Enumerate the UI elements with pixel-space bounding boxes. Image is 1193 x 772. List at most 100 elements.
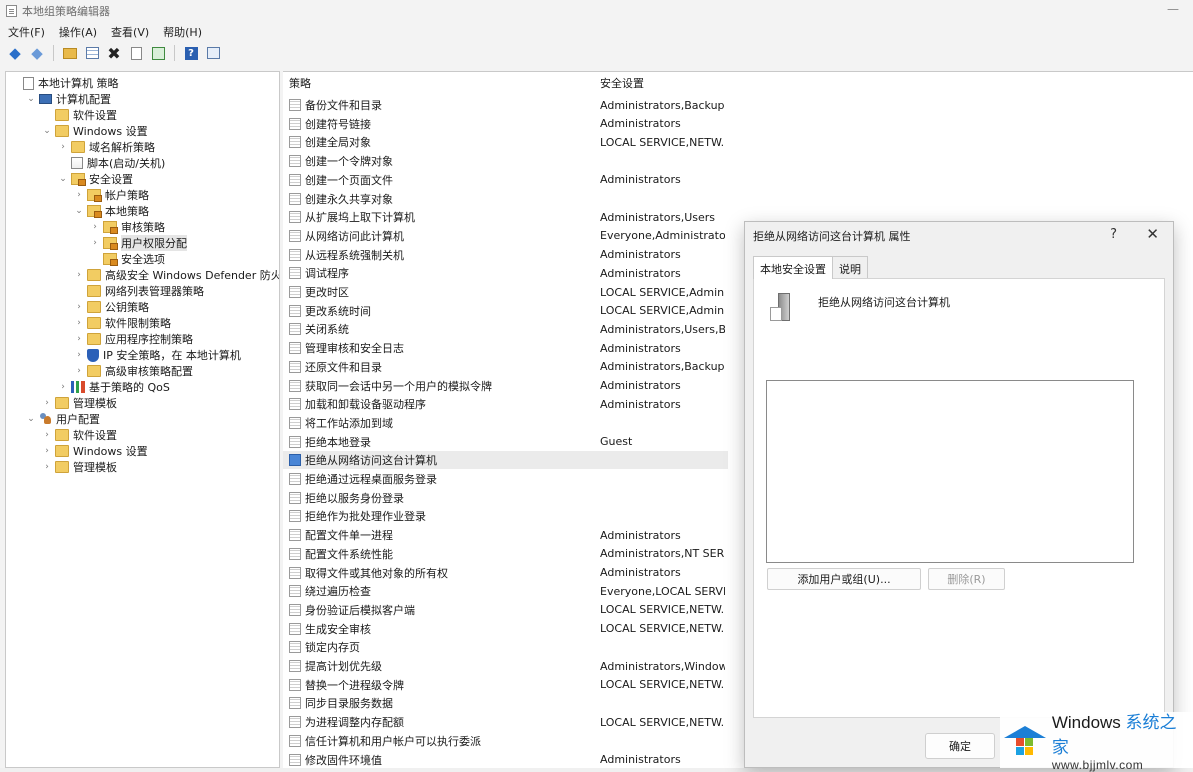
policy-row[interactable]: 创建一个令牌对象 [283,152,728,170]
policy-row[interactable]: 生成安全审核 LOCAL SERVICE,NETW... [283,620,728,638]
tab-explain[interactable]: 说明 [832,256,868,278]
tree-node[interactable]: ⌄ 用户配置 [26,411,100,427]
help-button[interactable]: ? [182,44,200,62]
menu-help[interactable]: 帮助(H) [163,24,202,40]
back-button[interactable]: ◆ [6,44,24,62]
expand-chevron-icon[interactable]: › [74,366,84,376]
collapse-chevron-icon[interactable]: ⌄ [42,126,52,136]
policy-row[interactable]: 拒绝以服务身份登录 [283,489,728,507]
tree-node[interactable]: › 审核策略 [90,219,165,235]
policy-row[interactable]: 拒绝作为批处理作业登录 [283,507,728,525]
expand-chevron-icon[interactable]: › [42,398,52,408]
tree-node[interactable]: › 域名解析策略 [58,139,155,155]
properties-button[interactable] [127,44,145,62]
remove-button[interactable]: 删除(R) [928,568,1005,590]
tree-node[interactable]: 脚本(启动/关机) [58,155,165,171]
collapse-chevron-icon[interactable]: ⌄ [26,414,36,424]
policy-row[interactable]: 获取同一会话中另一个用户的模拟令牌 Administrators [283,377,728,395]
expand-chevron-icon[interactable]: › [58,382,68,392]
menu-action[interactable]: 操作(A) [59,24,97,40]
tree-node[interactable]: › Windows 设置 [42,443,148,459]
collapse-chevron-icon[interactable]: ⌄ [26,94,36,104]
policy-row[interactable]: 从远程系统强制关机 Administrators [283,246,728,264]
policy-row[interactable]: 同步目录服务数据 [283,694,728,712]
expand-chevron-icon[interactable]: › [90,222,100,232]
policy-row[interactable]: 关闭系统 Administrators,Users,Ba... [283,320,728,338]
policy-row[interactable]: 绕过遍历检查 Everyone,LOCAL SERVI... [283,582,728,600]
tree-node[interactable]: ⌄ 本地策略 [74,203,149,219]
policy-row[interactable]: 提高计划优先级 Administrators,Window ... [283,657,728,675]
policy-row[interactable]: 配置文件单一进程 Administrators [283,526,728,544]
tree-node[interactable]: › 软件设置 [42,427,117,443]
expand-chevron-icon[interactable]: › [42,446,52,456]
tree-node[interactable]: ⌄ 安全设置 [58,171,133,187]
policy-row[interactable]: 信任计算机和用户帐户可以执行委派 [283,732,728,750]
expand-chevron-icon[interactable]: › [74,302,84,312]
tree-node[interactable]: › 用户权限分配 [90,235,187,251]
tree-node[interactable]: › 基于策略的 QoS [58,379,170,395]
expand-chevron-icon[interactable]: › [74,318,84,328]
tree-node[interactable]: 网络列表管理器策略 [74,283,204,299]
user-group-listbox[interactable] [766,380,1134,563]
expand-chevron-icon[interactable]: › [90,238,100,248]
expand-chevron-icon[interactable]: › [58,142,68,152]
menu-file[interactable]: 文件(F) [8,24,45,40]
policy-row[interactable]: 创建全局对象 LOCAL SERVICE,NETW... [283,133,728,151]
policy-row[interactable]: 锁定内存页 [283,638,728,656]
policy-row[interactable]: 更改时区 LOCAL SERVICE,Admini... [283,283,728,301]
tree-node[interactable]: › IP 安全策略，在 本地计算机 [74,347,241,363]
policy-row[interactable]: 管理审核和安全日志 Administrators [283,339,728,357]
expand-chevron-icon[interactable]: › [74,334,84,344]
collapse-chevron-icon[interactable]: ⌄ [74,206,84,216]
policy-row[interactable]: 为进程调整内存配额 LOCAL SERVICE,NETW... [283,713,728,731]
view-button[interactable] [204,44,222,62]
policy-row[interactable]: 创建一个页面文件 Administrators [283,171,728,189]
menu-view[interactable]: 查看(V) [111,24,149,40]
add-user-or-group-button[interactable]: 添加用户或组(U)... [767,568,921,590]
tree-node[interactable]: › 软件限制策略 [74,315,171,331]
ok-button[interactable]: 确定 [925,733,995,759]
policy-row[interactable]: 修改固件环境值 Administrators [283,751,728,769]
policy-row[interactable]: 从网络访问此计算机 Everyone,Administrator... [283,227,728,245]
policy-row[interactable]: 拒绝本地登录 Guest [283,433,728,451]
collapse-chevron-icon[interactable]: ⌄ [58,174,68,184]
policy-row[interactable]: 还原文件和目录 Administrators,Backup ... [283,358,728,376]
minimize-button[interactable]: — [1167,2,1179,16]
policy-row[interactable]: 将工作站添加到域 [283,414,728,432]
tree-node[interactable]: 本地计算机 策略 [10,75,119,91]
dialog-close-button[interactable]: ✕ [1146,225,1159,243]
expand-chevron-icon[interactable]: › [74,190,84,200]
policy-row[interactable]: 从扩展坞上取下计算机 Administrators,Users [283,208,728,226]
column-header-policy[interactable]: 策略 [289,72,311,94]
tree-node[interactable]: › 高级审核策略配置 [74,363,193,379]
tree-node[interactable]: ⌄ Windows 设置 [42,123,148,139]
expand-chevron-icon[interactable]: › [42,462,52,472]
tree-node[interactable]: ⌄ 计算机配置 [26,91,111,107]
column-header-setting[interactable]: 安全设置 [600,72,644,94]
policy-row[interactable]: 拒绝通过远程桌面服务登录 [283,470,728,488]
policy-row[interactable]: 调试程序 Administrators [283,264,728,282]
show-hide-tree-button[interactable] [83,44,101,62]
expand-chevron-icon[interactable]: › [42,430,52,440]
tree-node[interactable]: › 管理模板 [42,459,117,475]
forward-button[interactable]: ◆ [28,44,46,62]
policy-row[interactable]: 备份文件和目录 Administrators,Backup ... [283,96,728,114]
policy-row[interactable]: 更改系统时间 LOCAL SERVICE,Admini... [283,302,728,320]
policy-row[interactable]: 配置文件系统性能 Administrators,NT SER... [283,545,728,563]
expand-chevron-icon[interactable]: › [74,350,84,360]
policy-row[interactable]: 创建永久共享对象 [283,190,728,208]
expand-chevron-icon[interactable]: › [74,270,84,280]
tree-node[interactable]: › 管理模板 [42,395,117,411]
tree-node[interactable]: › 公钥策略 [74,299,149,315]
policy-row[interactable]: 加载和卸载设备驱动程序 Administrators [283,395,728,413]
tab-local-security-setting[interactable]: 本地安全设置 [753,256,833,279]
policy-row[interactable]: 替换一个进程级令牌 LOCAL SERVICE,NETW... [283,676,728,694]
policy-row[interactable]: 创建符号链接 Administrators [283,115,728,133]
dialog-help-button[interactable]: ? [1110,227,1117,242]
tree-node[interactable]: › 应用程序控制策略 [74,331,193,347]
export-list-button[interactable] [149,44,167,62]
tree-node[interactable]: › 帐户策略 [74,187,149,203]
tree-node[interactable]: › 高级安全 Windows Defender 防火墙 [74,267,279,283]
tree-node[interactable]: 安全选项 [90,251,165,267]
policy-row[interactable]: 拒绝从网络访问这台计算机 [283,451,728,470]
